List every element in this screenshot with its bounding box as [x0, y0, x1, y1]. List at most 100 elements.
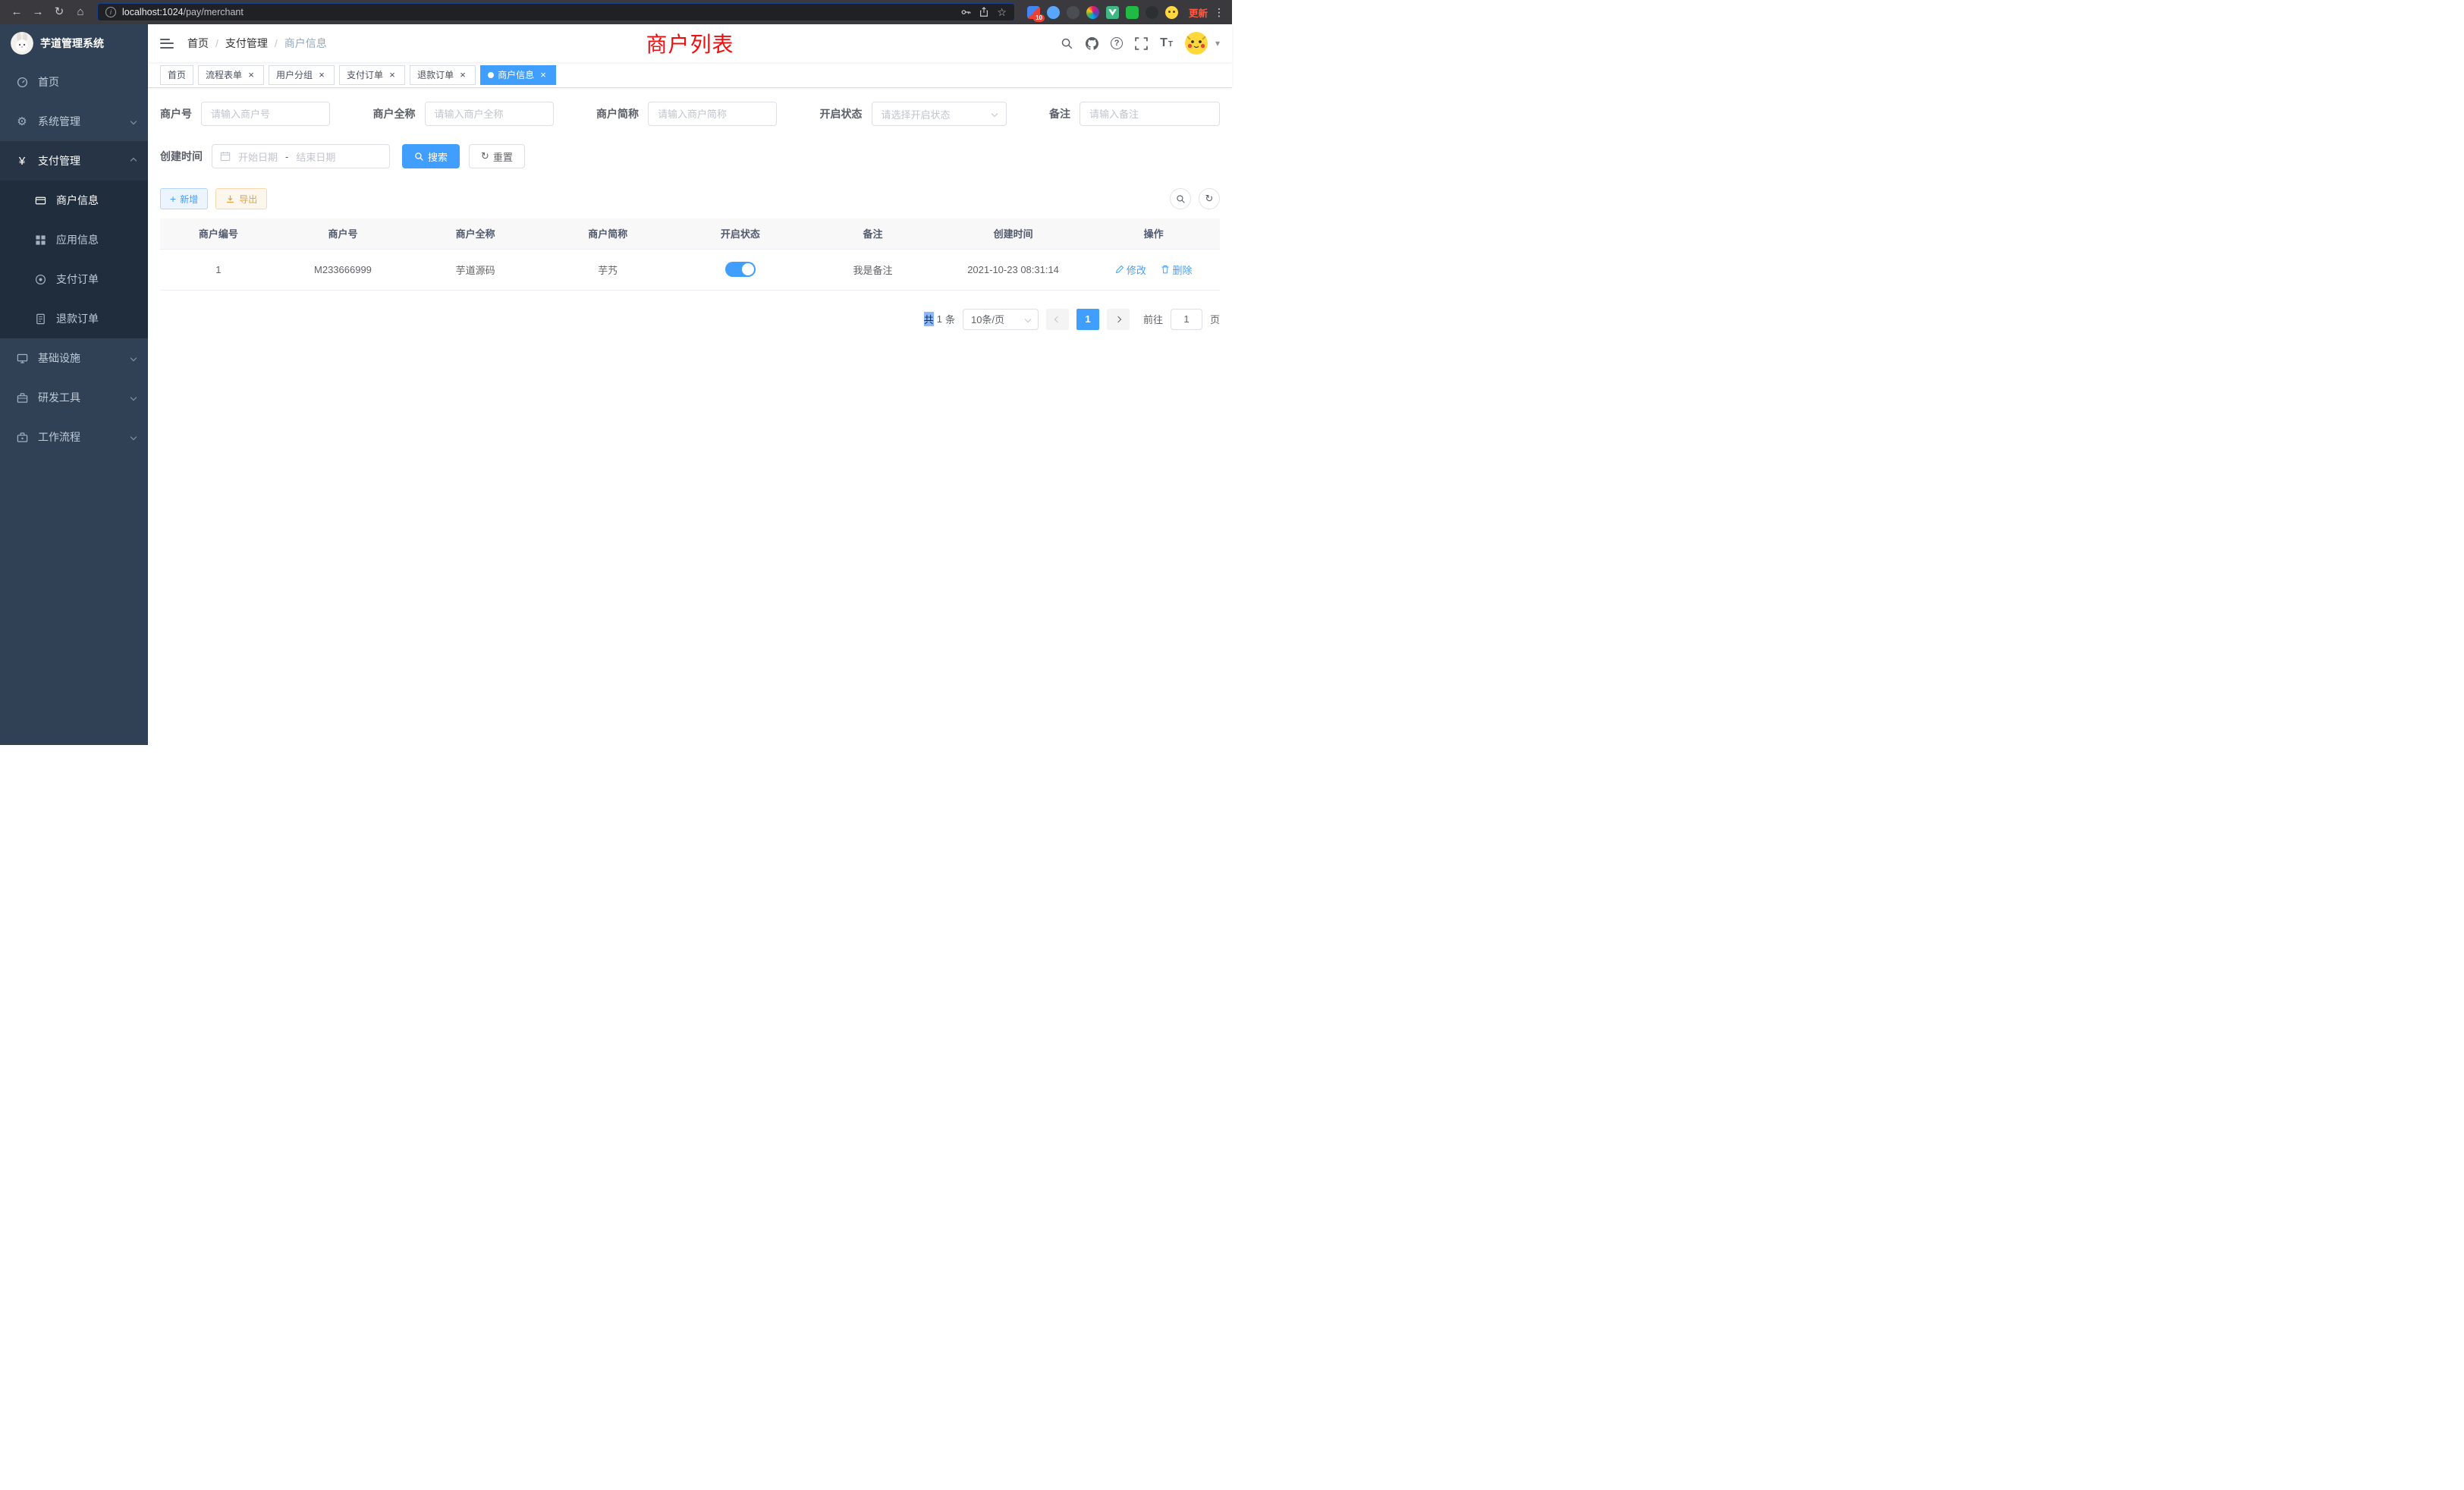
merchant-fullname-input[interactable]: [425, 102, 554, 126]
extension-icon-4[interactable]: [1086, 6, 1099, 19]
sidebar-item-app-info[interactable]: 应用信息: [0, 220, 148, 259]
prev-page-button[interactable]: [1046, 309, 1069, 330]
github-icon[interactable]: [1086, 37, 1098, 50]
share-icon[interactable]: [979, 7, 989, 17]
create-time-range-picker[interactable]: 开始日期 - 结束日期: [212, 144, 390, 168]
status-toggle[interactable]: [725, 262, 756, 277]
help-icon[interactable]: ?: [1111, 37, 1123, 49]
close-icon[interactable]: ×: [387, 70, 398, 80]
tab-pay-order[interactable]: 支付订单×: [339, 65, 405, 85]
extension-icon-1[interactable]: 10: [1027, 6, 1040, 19]
app-logo[interactable]: 芋道管理系统: [0, 24, 148, 62]
toggle-search-button[interactable]: [1170, 188, 1191, 209]
sidebar-item-label: 基础设施: [38, 350, 80, 366]
delete-button[interactable]: 删除: [1161, 262, 1192, 277]
browser-forward-button[interactable]: →: [29, 3, 47, 21]
page-number-1[interactable]: 1: [1076, 309, 1099, 330]
chevron-down-icon: [130, 118, 137, 124]
breadcrumb-current: 商户信息: [284, 36, 327, 51]
close-icon[interactable]: ×: [538, 70, 548, 80]
sidebar-item-devtools[interactable]: 研发工具: [0, 378, 148, 417]
total-count: 共 1 条: [924, 312, 955, 326]
user-avatar[interactable]: [1185, 32, 1208, 55]
close-icon[interactable]: ×: [246, 70, 256, 80]
next-page-button[interactable]: [1107, 309, 1130, 330]
extension-icon-3[interactable]: [1067, 6, 1080, 19]
tab-home[interactable]: 首页: [160, 65, 193, 85]
site-info-icon[interactable]: i: [105, 7, 116, 17]
extension-icon-7[interactable]: [1146, 6, 1158, 19]
close-icon[interactable]: ×: [457, 70, 468, 80]
browser-home-button[interactable]: ⌂: [71, 3, 90, 21]
tab-merchant-info[interactable]: 商户信息×: [480, 65, 556, 85]
extension-icon-6[interactable]: [1126, 6, 1139, 19]
goto-page-input[interactable]: [1171, 309, 1202, 330]
chevron-down-icon: [130, 395, 137, 401]
sidebar-item-workflow[interactable]: 工作流程: [0, 417, 148, 457]
edit-button[interactable]: 修改: [1115, 262, 1146, 277]
sidebar-item-label: 商户信息: [56, 193, 99, 208]
search-icon[interactable]: [1061, 37, 1073, 50]
tab-label: 首页: [168, 68, 186, 81]
refresh-table-button[interactable]: ↻: [1199, 188, 1220, 209]
total-value: 1: [937, 313, 942, 325]
sidebar-item-label: 退款订单: [56, 311, 99, 326]
extension-icon-2[interactable]: [1047, 6, 1060, 19]
breadcrumb-home[interactable]: 首页: [187, 36, 209, 51]
sidebar-item-home[interactable]: 首页: [0, 62, 148, 102]
fullscreen-icon[interactable]: [1135, 37, 1148, 50]
sidebar-item-label: 研发工具: [38, 390, 80, 405]
browser-menu-button[interactable]: ⋮: [1214, 6, 1224, 19]
tab-process-form[interactable]: 流程表单×: [198, 65, 264, 85]
browser-reload-button[interactable]: ↻: [50, 3, 68, 21]
card-icon: [33, 195, 47, 206]
sidebar-item-payment[interactable]: ¥ 支付管理: [0, 141, 148, 181]
column-header-shortname: 商户简称: [542, 218, 674, 249]
sidebar-item-system[interactable]: ⚙ 系统管理: [0, 102, 148, 141]
grid-icon: [33, 234, 47, 246]
font-size-icon[interactable]: TT: [1160, 36, 1173, 50]
avatar-dropdown-caret[interactable]: ▾: [1215, 38, 1220, 49]
export-button[interactable]: 导出: [215, 188, 267, 209]
gear-icon: ⚙: [15, 116, 29, 127]
merchant-shortname-input[interactable]: [648, 102, 777, 126]
sidebar-item-infrastructure[interactable]: 基础设施: [0, 338, 148, 378]
add-button[interactable]: + 新增: [160, 188, 208, 209]
search-button[interactable]: 搜索: [402, 144, 460, 168]
bookmark-star-icon[interactable]: ☆: [997, 6, 1007, 19]
breadcrumb-payment[interactable]: 支付管理: [225, 36, 268, 51]
sidebar-collapse-button[interactable]: [160, 39, 174, 49]
tab-user-group[interactable]: 用户分组×: [269, 65, 335, 85]
status-label: 开启状态: [820, 106, 863, 121]
merchant-no-input[interactable]: [201, 102, 330, 126]
reset-button[interactable]: ↻ 重置: [469, 144, 525, 168]
close-icon[interactable]: ×: [316, 70, 327, 80]
page-size-select[interactable]: 10条/页: [963, 309, 1039, 330]
sidebar-item-pay-order[interactable]: 支付订单: [0, 259, 148, 299]
extension-icon-8[interactable]: [1165, 6, 1178, 19]
browser-toolbar: ← → ↻ ⌂ i localhost:1024/pay/merchant ☆ …: [0, 0, 1232, 24]
remark-input[interactable]: [1080, 102, 1220, 126]
total-suffix: 条: [945, 312, 955, 326]
password-key-icon[interactable]: [960, 7, 971, 17]
sidebar-item-merchant-info[interactable]: 商户信息: [0, 181, 148, 220]
address-bar[interactable]: i localhost:1024/pay/merchant ☆: [97, 3, 1015, 21]
vue-devtools-icon[interactable]: [1106, 6, 1119, 19]
tab-refund-order[interactable]: 退款订单×: [410, 65, 476, 85]
breadcrumb: 首页 / 支付管理 / 商户信息: [187, 36, 327, 51]
payment-submenu: 商户信息 应用信息 支付订单 退款订单: [0, 181, 148, 338]
top-navbar: 首页 / 支付管理 / 商户信息 商户列表 ? TT ▾: [148, 24, 1232, 62]
status-select[interactable]: 请选择开启状态: [872, 102, 1007, 126]
sidebar-item-refund-order[interactable]: 退款订单: [0, 299, 148, 338]
column-header-merchant-no: 商户号: [277, 218, 410, 249]
cell-create-time: 2021-10-23 08:31:14: [939, 249, 1088, 290]
search-button-label: 搜索: [428, 149, 448, 164]
url-host: localhost:1024: [122, 7, 184, 17]
browser-back-button[interactable]: ←: [8, 3, 26, 21]
browser-update-button[interactable]: 更新: [1189, 5, 1208, 20]
date-range-separator: -: [285, 151, 288, 162]
delete-label: 删除: [1172, 262, 1192, 277]
add-button-label: 新增: [180, 193, 198, 206]
edit-label: 修改: [1127, 262, 1146, 277]
edit-icon: [1115, 265, 1124, 274]
